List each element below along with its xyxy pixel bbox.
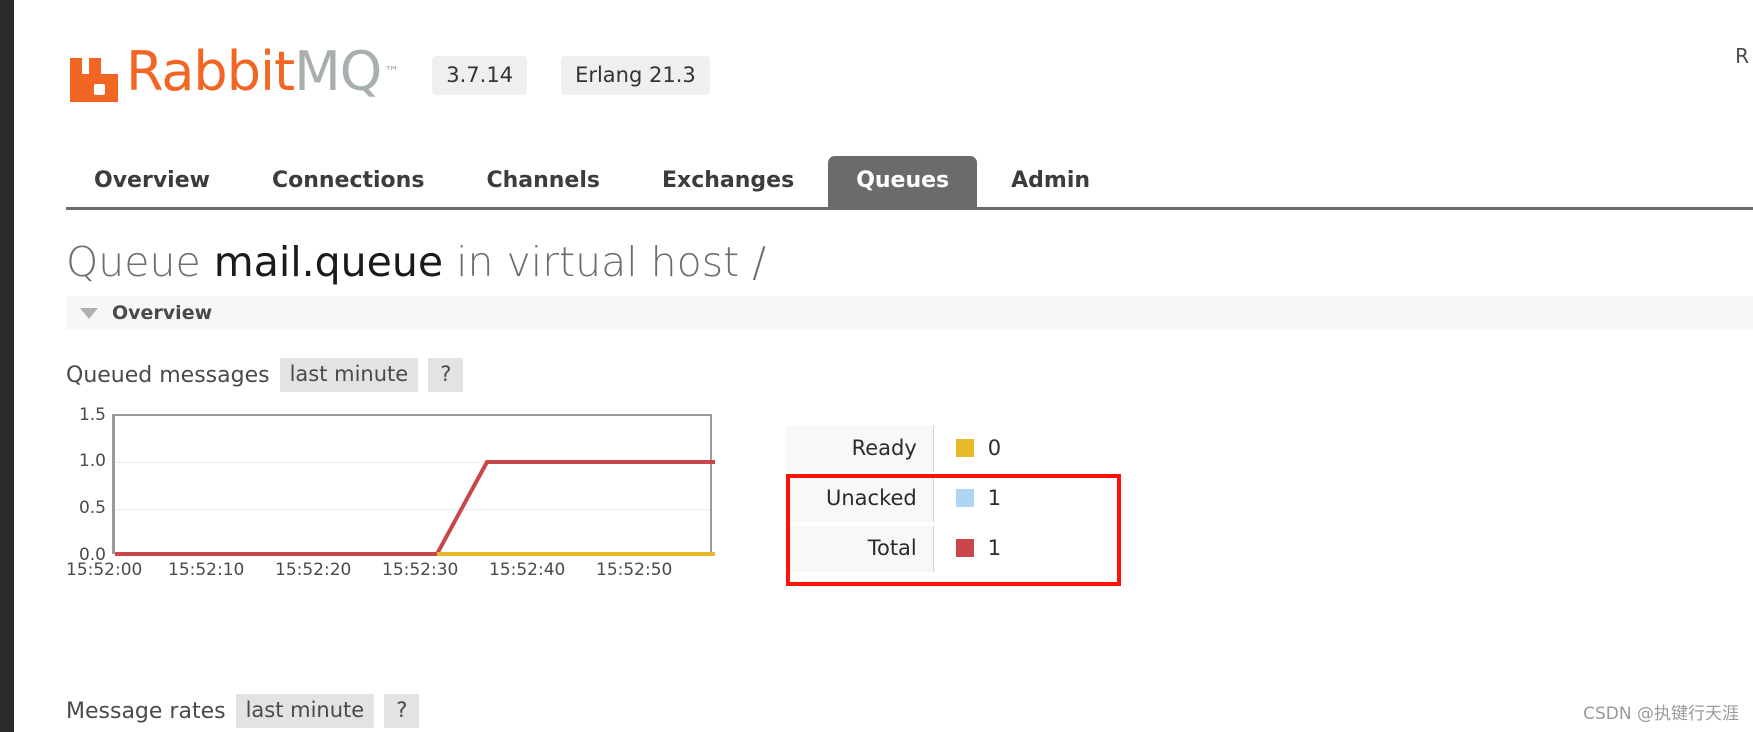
overview-section-header[interactable]: Overview (66, 296, 1753, 330)
nav-tab-exchanges[interactable]: Exchanges (634, 156, 822, 207)
caret-down-icon (80, 307, 98, 319)
chart-and-stats-row: 1.5 1.0 0.5 0.0 15:52:00 15:52:10 15:52:… (66, 405, 1753, 589)
color-swatch-unacked (955, 489, 974, 507)
series-line-total (115, 460, 715, 556)
x-axis-tick-1: 15:52:00 (66, 560, 143, 580)
logo-wordmark: Rabbit MQ ™ (126, 40, 399, 106)
nav-tab-connections[interactable]: Connections (244, 156, 452, 207)
queued-messages-chart: 1.5 1.0 0.5 0.0 15:52:00 15:52:10 15:52:… (66, 405, 726, 589)
stats-label-unacked: Unacked (786, 476, 933, 522)
plot-area-inner (112, 414, 715, 556)
main-navigation: Overview Connections Channels Exchanges … (66, 152, 1753, 210)
rabbitmq-management-page: Rabbit MQ ™ 3.7.14 Erlang 21.3 R Overview … (0, 0, 1753, 732)
x-axis-ticks: 15:52:00 15:52:10 15:52:20 15:52:30 15:5… (66, 560, 726, 580)
x-axis-tick-3: 15:52:20 (275, 560, 352, 580)
stats-count-total: 1 (987, 536, 1002, 560)
stats-row-ready: Ready 0 (786, 426, 1027, 472)
page-title-suffix: in virtual host / (456, 238, 767, 286)
stats-value-total: 1 (932, 526, 1027, 572)
version-badge: 3.7.14 (432, 55, 528, 95)
logo-trademark: ™ (384, 63, 399, 81)
queued-messages-period-chip[interactable]: last minute (279, 358, 419, 392)
rabbit-ears-icon (70, 58, 118, 102)
stats-label-total: Total (786, 526, 933, 572)
y-axis-tick-1: 1.5 (78, 405, 106, 425)
y-axis-tick-3: 0.5 (78, 498, 106, 518)
stats-row-total: Total 1 (786, 526, 1027, 572)
color-swatch-total (955, 539, 974, 557)
logo-mq-text: MQ (294, 40, 382, 103)
watermark: CSDN @执键行天涯 (1583, 704, 1739, 724)
logo-rabbit-text: Rabbit (126, 40, 295, 103)
message-rates-period-chip[interactable]: last minute (235, 694, 375, 728)
rabbitmq-logo[interactable]: Rabbit MQ ™ (66, 40, 399, 106)
stats-value-ready: 0 (932, 426, 1027, 472)
x-axis-tick-2: 15:52:10 (168, 560, 245, 580)
x-axis-tick-5: 15:52:40 (489, 560, 566, 580)
queued-messages-header: Queued messages last minute ? (66, 358, 1753, 392)
nav-tab-overview[interactable]: Overview (66, 156, 238, 207)
page-title-prefix: Queue (66, 238, 201, 286)
page-title: Queue mail.queue in virtual host / (66, 238, 766, 286)
x-axis-tick-4: 15:52:30 (382, 560, 459, 580)
color-swatch-ready (955, 439, 974, 457)
message-rates-block: Message rates last minute ? (66, 694, 420, 728)
stats-value-unacked: 1 (932, 476, 1027, 522)
stats-row-unacked: Unacked 1 (786, 476, 1027, 522)
stats-table: Ready 0 Unacked 1 Total 1 (786, 422, 1027, 576)
queued-messages-stats: Ready 0 Unacked 1 Total 1 (786, 414, 1121, 588)
x-axis-tick-6: 15:52:50 (596, 560, 673, 580)
app-header: Rabbit MQ ™ 3.7.14 Erlang 21.3 (66, 44, 710, 106)
plot-series-svg (115, 460, 715, 556)
message-rates-help-icon[interactable]: ? (384, 694, 420, 728)
nav-tab-channels[interactable]: Channels (458, 156, 628, 207)
right-edge-text: R (1735, 44, 1749, 68)
browser-left-gutter (0, 0, 14, 732)
page-title-queue-name: mail.queue (213, 238, 444, 286)
queued-messages-help-icon[interactable]: ? (428, 358, 464, 392)
queued-messages-label: Queued messages (66, 362, 270, 388)
page-body: Rabbit MQ ™ 3.7.14 Erlang 21.3 R Overview … (14, 0, 1753, 732)
nav-tab-queues[interactable]: Queues (828, 156, 978, 207)
erlang-version-badge: Erlang 21.3 (561, 55, 710, 95)
stats-label-ready: Ready (786, 426, 933, 472)
stats-count-unacked: 1 (987, 486, 1002, 510)
overview-section-title: Overview (112, 302, 213, 324)
stats-count-ready: 0 (987, 436, 1002, 460)
y-axis-tick-2: 1.0 (78, 451, 106, 471)
queued-messages-block: Queued messages last minute ? 1.5 1.0 0.… (66, 358, 1753, 589)
message-rates-label: Message rates (66, 698, 226, 724)
nav-tab-admin[interactable]: Admin (983, 156, 1118, 207)
